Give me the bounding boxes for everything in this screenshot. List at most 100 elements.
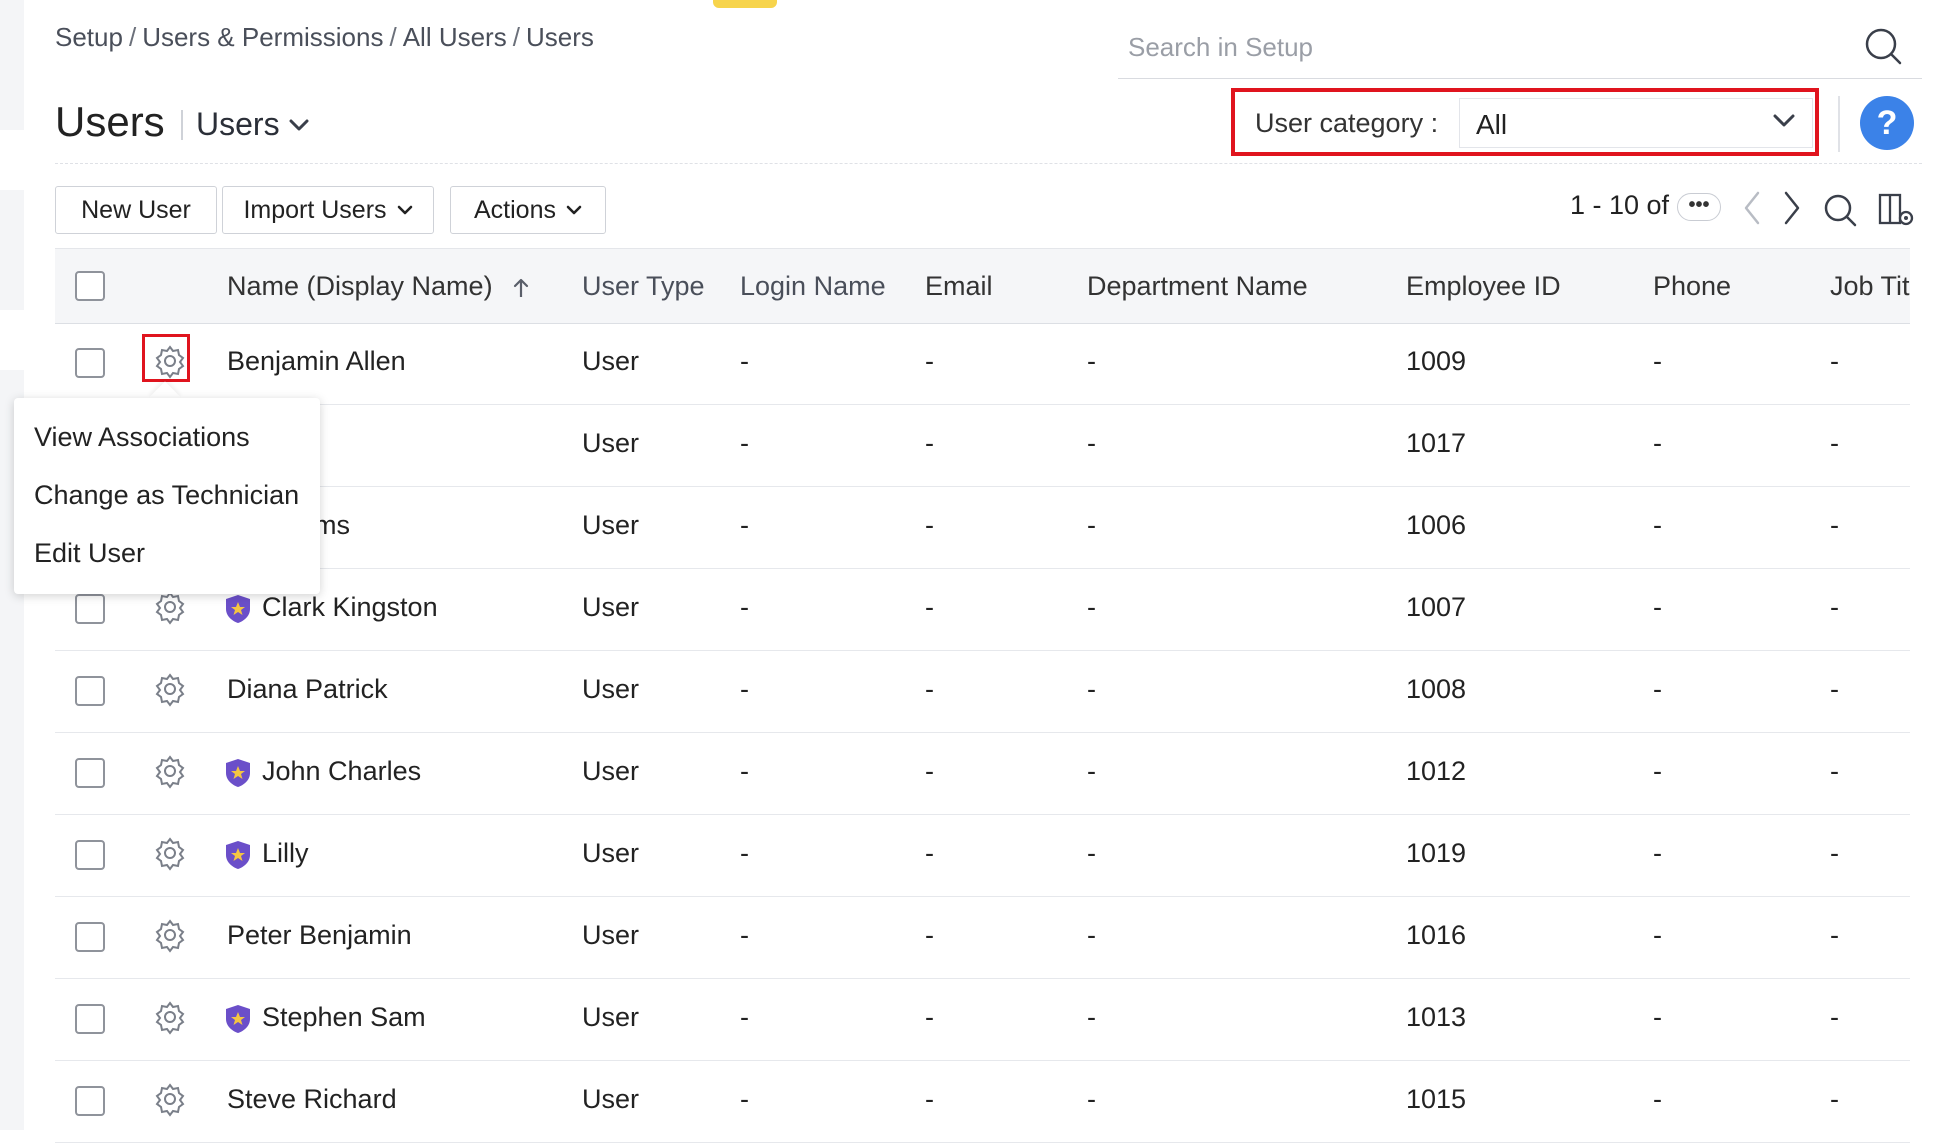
column-header-phone[interactable]: Phone	[1653, 271, 1731, 302]
row-checkbox[interactable]	[75, 348, 105, 378]
gear-icon[interactable]	[152, 835, 188, 871]
column-header-department[interactable]: Department Name	[1087, 271, 1308, 302]
table-row[interactable]: Steve Richard User - - - 1015 - -	[55, 1060, 1910, 1143]
cell-email: -	[925, 1002, 934, 1032]
row-checkbox[interactable]	[75, 676, 105, 706]
breadcrumb-users-permissions[interactable]: Users & Permissions	[142, 22, 383, 52]
view-selector[interactable]: Users	[196, 106, 310, 143]
cell-login-name: -	[740, 592, 749, 622]
cell-email: -	[925, 346, 934, 376]
row-context-menu: View Associations Change as Technician E…	[14, 398, 320, 594]
menu-item-edit-user[interactable]: Edit User	[34, 538, 145, 569]
cell-employee-id: 1019	[1406, 838, 1467, 868]
technician-badge-icon	[225, 1004, 251, 1034]
top-indicator	[713, 0, 777, 8]
column-header-user-type[interactable]: User Type	[582, 271, 705, 302]
sidebar-segment	[0, 310, 24, 370]
column-settings-icon[interactable]	[1878, 192, 1916, 228]
table-row[interactable]: e WilliamsUser---1006--	[55, 486, 1910, 569]
row-checkbox[interactable]	[75, 1004, 105, 1034]
cell-login-name: -	[740, 920, 749, 950]
column-header-name[interactable]: Name (Display Name)	[227, 271, 493, 302]
menu-item-change-as-technician[interactable]: Change as Technician	[34, 480, 299, 511]
cell-job-title: -	[1830, 756, 1839, 786]
cell-department: -	[1087, 674, 1096, 704]
cell-phone: -	[1653, 920, 1662, 950]
column-header-email[interactable]: Email	[925, 271, 993, 302]
gear-icon[interactable]	[152, 589, 188, 625]
cell-name[interactable]: John Charles	[262, 756, 421, 787]
table-row[interactable]: Stephen Sam User - - - 1013 - -	[55, 978, 1910, 1061]
cell-name[interactable]: Benjamin Allen	[227, 346, 406, 377]
user-category-dropdown[interactable]: All	[1459, 98, 1813, 148]
cell-user-type: User	[582, 1084, 640, 1114]
cell-phone: -	[1653, 592, 1662, 622]
table-search-icon[interactable]	[1822, 192, 1858, 228]
cell-login-name: -	[740, 756, 749, 786]
breadcrumb: Setup / Users & Permissions / All Users / User…	[55, 22, 594, 53]
cell-employee-id: 1009	[1406, 346, 1467, 376]
table-row[interactable]: Lilly User - - - 1019 - -	[55, 814, 1910, 897]
gear-icon[interactable]	[152, 1081, 188, 1117]
table-row[interactable]: John Charles User - - - 1012 - -	[55, 732, 1910, 815]
table-row[interactable]: Diana Patrick User - - - 1008 - -	[55, 650, 1910, 733]
chevron-right-icon[interactable]	[1780, 189, 1804, 227]
help-separator	[1838, 96, 1840, 152]
column-header-login-name[interactable]: Login Name	[740, 271, 886, 302]
search-icon[interactable]	[1862, 25, 1904, 67]
column-header-job-title[interactable]: Job Tit	[1830, 271, 1910, 302]
cell-phone: -	[1653, 510, 1662, 540]
cell-name[interactable]: Diana Patrick	[227, 674, 388, 705]
user-category-filter: User category : All	[1231, 88, 1819, 156]
total-count-button[interactable]: •••	[1677, 193, 1721, 221]
column-header-employee-id[interactable]: Employee ID	[1406, 271, 1561, 302]
row-checkbox[interactable]	[75, 1086, 105, 1116]
breadcrumb-all-users[interactable]: All Users	[403, 22, 507, 52]
table-row[interactable]: Peter Benjamin User - - - 1016 - -	[55, 896, 1910, 979]
menu-item-view-associations[interactable]: View Associations	[34, 422, 250, 453]
import-users-button[interactable]: Import Users	[222, 186, 434, 234]
pagination-range: 1 - 10 of	[1570, 190, 1670, 220]
gear-icon[interactable]	[152, 343, 188, 379]
search-input[interactable]	[1126, 26, 1850, 68]
cell-phone: -	[1653, 428, 1662, 458]
cell-job-title: -	[1830, 920, 1839, 950]
help-button[interactable]: ?	[1860, 96, 1914, 150]
gear-icon[interactable]	[152, 753, 188, 789]
table-row[interactable]: atrickUser---1017--	[55, 404, 1910, 487]
user-category-value: All	[1476, 109, 1508, 140]
cell-name[interactable]: Peter Benjamin	[227, 920, 412, 951]
row-checkbox[interactable]	[75, 922, 105, 952]
cell-department: -	[1087, 756, 1096, 786]
cell-name[interactable]: Steve Richard	[227, 1084, 397, 1115]
breadcrumb-setup[interactable]: Setup	[55, 22, 123, 52]
technician-badge-icon	[225, 840, 251, 870]
gear-icon[interactable]	[152, 917, 188, 953]
cell-email: -	[925, 756, 934, 786]
row-checkbox[interactable]	[75, 594, 105, 624]
table-row[interactable]: Clark Kingston User - - - 1007 - -	[55, 568, 1910, 651]
cell-department: -	[1087, 920, 1096, 950]
select-all-checkbox[interactable]	[75, 271, 105, 301]
cell-email: -	[925, 510, 934, 540]
cell-job-title: -	[1830, 428, 1839, 458]
cell-job-title: -	[1830, 838, 1839, 868]
cell-name[interactable]: Clark Kingston	[262, 592, 438, 623]
row-checkbox[interactable]	[75, 758, 105, 788]
cell-department: -	[1087, 428, 1096, 458]
actions-button[interactable]: Actions	[450, 186, 606, 234]
cell-employee-id: 1006	[1406, 510, 1467, 540]
gear-icon[interactable]	[152, 671, 188, 707]
table-row[interactable]: Benjamin Allen User - - - 1009 - -	[55, 322, 1910, 405]
gear-icon[interactable]	[152, 999, 188, 1035]
sort-ascending-icon[interactable]	[512, 277, 530, 299]
row-checkbox[interactable]	[75, 840, 105, 870]
cell-department: -	[1087, 838, 1096, 868]
cell-email: -	[925, 674, 934, 704]
import-users-label: Import Users	[243, 195, 387, 224]
technician-badge-icon	[225, 758, 251, 788]
chevron-left-icon[interactable]	[1740, 189, 1764, 227]
new-user-button[interactable]: New User	[55, 186, 217, 234]
cell-name[interactable]: Lilly	[262, 838, 309, 869]
cell-name[interactable]: Stephen Sam	[262, 1002, 426, 1033]
